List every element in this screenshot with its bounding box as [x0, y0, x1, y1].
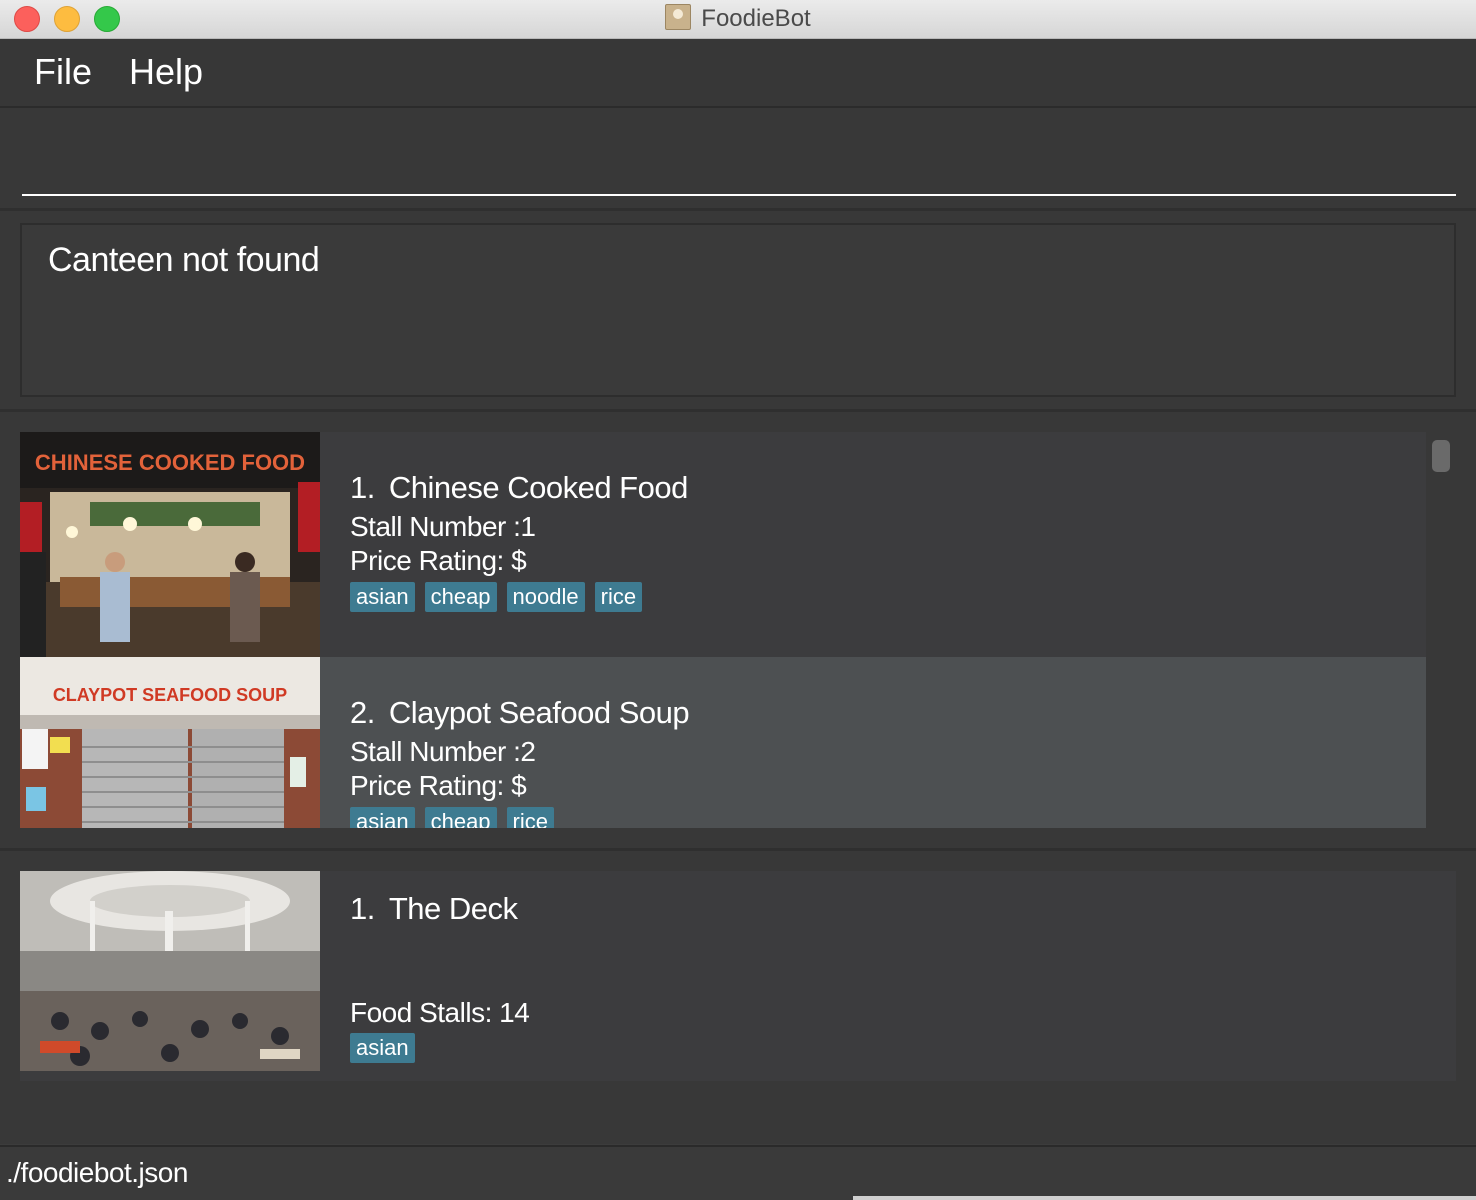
canteen-list-panel: 1. The Deck Food Stalls: 14 asian [0, 851, 1476, 1144]
stall-photo-graphic: CLAYPOT SEAFOOD SOUP [20, 657, 320, 828]
canteen-index: 1. [350, 891, 375, 926]
stall-title: 2. Claypot Seafood Soup [350, 695, 1426, 731]
stall-sign-text: CLAYPOT SEAFOOD SOUP [53, 685, 287, 705]
menu-bar: File Help [0, 39, 1476, 108]
stall-list[interactable]: CHINESE COOKED FOOD 1. Chinese Cooked Fo… [20, 432, 1426, 828]
stall-list-panel: CHINESE COOKED FOOD 1. Chinese Cooked Fo… [0, 412, 1476, 851]
canteen-title: 1. The Deck [350, 891, 518, 927]
stall-number: Stall Number :2 [350, 736, 536, 767]
tag: rice [594, 582, 643, 612]
stall-index: 2. [350, 695, 375, 730]
stall-image: CHINESE COOKED FOOD [20, 432, 320, 657]
stall-index: 1. [350, 470, 375, 505]
stall-sign-text: CHINESE COOKED FOOD [35, 450, 305, 475]
canteen-name: The Deck [388, 891, 518, 926]
tag: asian [350, 582, 415, 612]
window-title-wrap: FoodieBot [0, 0, 1476, 38]
canteen-tags: asian [350, 1033, 425, 1063]
status-bar-right-segment [853, 1196, 1476, 1200]
result-display[interactable]: Canteen not found [20, 223, 1456, 397]
title-bar: FoodieBot [0, 0, 1476, 39]
stall-name: Chinese Cooked Food [388, 470, 688, 505]
stall-card[interactable]: CHINESE COOKED FOOD 1. Chinese Cooked Fo… [20, 432, 1426, 657]
stall-card[interactable]: CLAYPOT SEAFOOD SOUP 2. Claypot Seafood … [20, 657, 1426, 828]
result-message: Canteen not found [48, 241, 320, 279]
stall-price-rating: Price Rating: $ [350, 545, 527, 576]
stall-tags: asian cheap noodle rice [350, 582, 1426, 612]
app-icon [665, 4, 692, 30]
tag: rice [506, 807, 554, 828]
canteen-photo-graphic [20, 871, 320, 1071]
stall-details: 1. Chinese Cooked Food Stall Number :1 Pr… [350, 470, 1426, 612]
command-box-area [0, 108, 1476, 211]
command-input[interactable] [22, 138, 1456, 196]
status-bar: ./foodiebot.json [0, 1145, 1476, 1200]
menu-help[interactable]: Help [129, 51, 203, 93]
tag: asian [350, 1033, 415, 1063]
stall-price-rating: Price Rating: $ [350, 770, 527, 801]
window-title: FoodieBot [701, 5, 811, 32]
app-window: FoodieBot File Help Canteen not found CH… [0, 0, 1476, 1200]
stall-list-scrollbar[interactable] [1430, 432, 1452, 828]
tag: cheap [424, 582, 497, 612]
stall-number: Stall Number :1 [350, 511, 536, 542]
tag: noodle [506, 582, 585, 612]
tag: cheap [424, 807, 497, 828]
stall-name: Claypot Seafood Soup [388, 695, 690, 730]
scrollbar-thumb[interactable] [1432, 440, 1450, 472]
stall-title: 1. Chinese Cooked Food [350, 470, 1426, 506]
result-display-area: Canteen not found [0, 211, 1476, 412]
canteen-image [20, 871, 320, 1071]
canteen-card[interactable]: 1. The Deck Food Stalls: 14 asian [20, 871, 1456, 1081]
tag: asian [350, 807, 415, 828]
canteen-food-stalls: Food Stalls: 14 [350, 997, 530, 1028]
stall-tags: asian cheap rice [350, 807, 1426, 828]
stall-photo-graphic: CHINESE COOKED FOOD [20, 432, 320, 657]
stall-details: 2. Claypot Seafood Soup Stall Number :2 P… [350, 695, 1426, 828]
status-file-path: ./foodiebot.json [6, 1157, 188, 1188]
menu-file[interactable]: File [34, 51, 92, 93]
stall-image: CLAYPOT SEAFOOD SOUP [20, 657, 320, 828]
